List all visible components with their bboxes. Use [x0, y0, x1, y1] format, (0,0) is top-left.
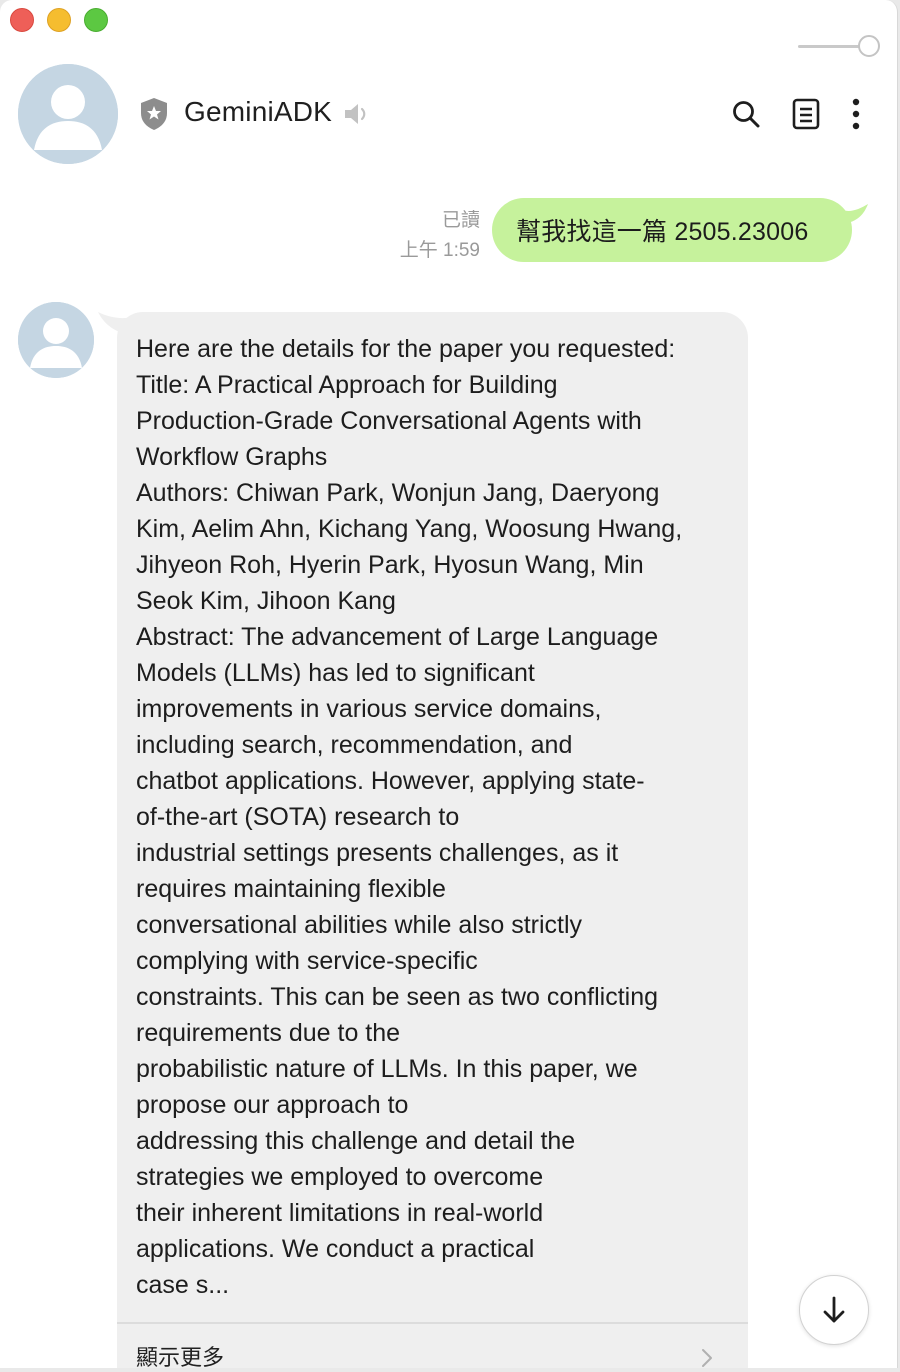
message-line: Kim, Aelim Ahn, Kichang Yang, Woosung Hw…: [136, 515, 683, 543]
show-more-divider: [117, 1322, 748, 1324]
chevron-right-icon: [702, 1349, 712, 1367]
message-line: propose our approach to: [136, 1091, 409, 1119]
message-line: constraints. This can be seen as two con…: [136, 983, 659, 1011]
message-line: conversational abilities while also stri…: [136, 911, 583, 939]
more-vertical-icon: [852, 98, 860, 130]
notes-icon: [792, 98, 820, 130]
message-line: Authors: Chiwan Park, Wonjun Jang, Daery…: [136, 479, 660, 507]
message-line: their inherent limitations in real-world: [136, 1199, 544, 1227]
message-line: Seok Kim, Jihoon Kang: [136, 587, 396, 615]
search-button[interactable]: [726, 94, 766, 134]
message-line: chatbot applications. However, applying …: [136, 767, 645, 795]
message-line: including search, recommendation, and: [136, 731, 573, 759]
speaker-icon: [342, 101, 370, 127]
message-line: requires maintaining flexible: [136, 875, 446, 903]
chat-window: GeminiADK 已讀 上午 1:59 幫我找這一篇 2505.23006 H…: [0, 0, 898, 1368]
message-line: Abstract: The advancement of Large Langu…: [136, 623, 659, 651]
outgoing-message-bubble[interactable]: 幫我找這一篇 2505.23006: [492, 198, 852, 262]
message-line: complying with service-specific: [136, 947, 478, 975]
message-line: Title: A Practical Approach for Building: [136, 371, 558, 399]
outgoing-message-text: 幫我找這一篇 2505.23006: [516, 218, 809, 246]
maximize-window-button[interactable]: [84, 8, 108, 32]
sender-avatar[interactable]: [18, 302, 94, 378]
message-line: improvements in various service domains,: [136, 695, 602, 723]
message-line: Production-Grade Conversational Agents w…: [136, 407, 642, 435]
contact-avatar[interactable]: [18, 64, 118, 164]
message-line: case s...: [136, 1271, 230, 1299]
message-line: Workflow Graphs: [136, 443, 328, 471]
more-options-button[interactable]: [836, 94, 876, 134]
opacity-slider-knob[interactable]: [858, 35, 880, 57]
incoming-message-text: Here are the details for the paper you r…: [136, 331, 736, 1303]
message-line: Jihyeon Roh, Hyerin Park, Hyosun Wang, M…: [136, 551, 644, 579]
message-line: of-the-art (SOTA) research to: [136, 803, 460, 831]
opacity-slider[interactable]: [798, 34, 882, 58]
opacity-slider-track: [798, 45, 862, 48]
contact-name[interactable]: GeminiADK: [184, 96, 332, 128]
show-more-link[interactable]: 顯示更多: [136, 1340, 224, 1368]
message-line: industrial settings presents challenges,…: [136, 839, 619, 867]
message-line: applications. We conduct a practical: [136, 1235, 535, 1263]
message-time: 上午 1:59: [399, 240, 480, 261]
window-controls: [10, 8, 108, 32]
message-line: probabilistic nature of LLMs. In this pa…: [136, 1055, 638, 1083]
search-icon: [733, 101, 760, 128]
message-line: requirements due to the: [136, 1019, 401, 1047]
shield-star-icon: [139, 97, 169, 131]
message-line: strategies we employed to overcome: [136, 1163, 544, 1191]
close-window-button[interactable]: [10, 8, 34, 32]
read-status: 已讀: [441, 210, 480, 231]
arrow-down-icon: [823, 1296, 845, 1323]
scroll-to-bottom-button[interactable]: [799, 1275, 869, 1345]
message-line: addressing this challenge and detail the: [136, 1127, 576, 1155]
minimize-window-button[interactable]: [47, 8, 71, 32]
message-line: Models (LLMs) has led to significant: [136, 659, 535, 687]
notes-button[interactable]: [786, 94, 826, 134]
message-line: Here are the details for the paper you r…: [136, 335, 676, 363]
